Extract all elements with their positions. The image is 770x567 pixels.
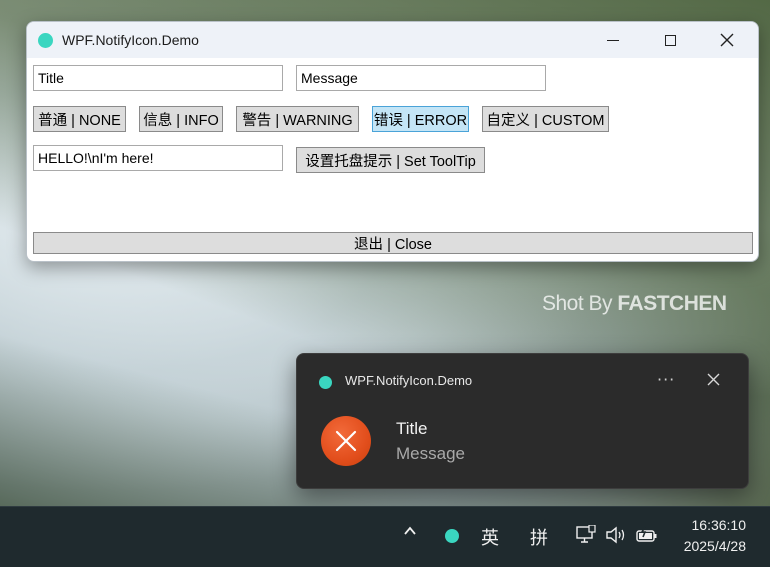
toast-close-button[interactable] (707, 370, 720, 391)
chevron-up-icon (404, 526, 416, 535)
ime-input-indicator[interactable]: 拼 (530, 524, 548, 550)
close-icon (720, 33, 734, 47)
ime-mode-indicator[interactable]: 英 (481, 524, 499, 550)
tooltip-input[interactable]: HELLO!\nI'm here! (33, 145, 283, 171)
error-icon (321, 416, 371, 466)
more-options-icon[interactable]: ··· (657, 370, 675, 389)
app-window: WPF.NotifyIcon.Demo Title Message 普通 | N… (26, 21, 759, 262)
set-tooltip-button[interactable]: 设置托盘提示 | Set ToolTip (296, 147, 485, 173)
toast-message: Message (396, 444, 465, 463)
window-title: WPF.NotifyIcon.Demo (62, 32, 199, 48)
taskbar: 英 拼 16:36:10 2025/4/28 (0, 506, 770, 567)
app-icon (38, 33, 53, 48)
network-icon[interactable] (576, 524, 596, 550)
warning-button[interactable]: 警告 | WARNING (236, 106, 359, 132)
title-bar[interactable]: WPF.NotifyIcon.Demo (27, 22, 758, 58)
battery-icon[interactable] (636, 526, 658, 549)
maximize-icon (664, 34, 676, 46)
error-button[interactable]: 错误 | ERROR (372, 106, 469, 132)
minimize-icon (607, 39, 619, 41)
app-icon (319, 376, 332, 389)
toast-app-name: WPF.NotifyIcon.Demo (345, 373, 473, 388)
title-input[interactable]: Title (33, 65, 283, 91)
clock-time[interactable]: 16:36:10 (688, 517, 747, 533)
custom-button[interactable]: 自定义 | CUSTOM (482, 106, 609, 132)
show-hidden-icons-button[interactable] (403, 524, 417, 543)
volume-icon[interactable] (605, 525, 627, 550)
clock-date[interactable]: 2025/4/28 (676, 538, 746, 554)
watermark: Shot By FASTCHEN (542, 292, 727, 315)
maximize-button[interactable] (647, 22, 693, 58)
toast-notification[interactable]: WPF.NotifyIcon.Demo ··· Title Message (296, 353, 749, 489)
none-button[interactable]: 普通 | NONE (33, 106, 126, 132)
close-window-button[interactable] (704, 22, 750, 58)
close-icon (707, 373, 720, 386)
toast-title: Title (396, 419, 428, 438)
message-input[interactable]: Message (296, 65, 546, 91)
info-button[interactable]: 信息 | INFO (139, 106, 223, 132)
minimize-button[interactable] (590, 22, 636, 58)
exit-button[interactable]: 退出 | Close (33, 232, 753, 254)
tray-app-icon[interactable] (445, 529, 459, 543)
